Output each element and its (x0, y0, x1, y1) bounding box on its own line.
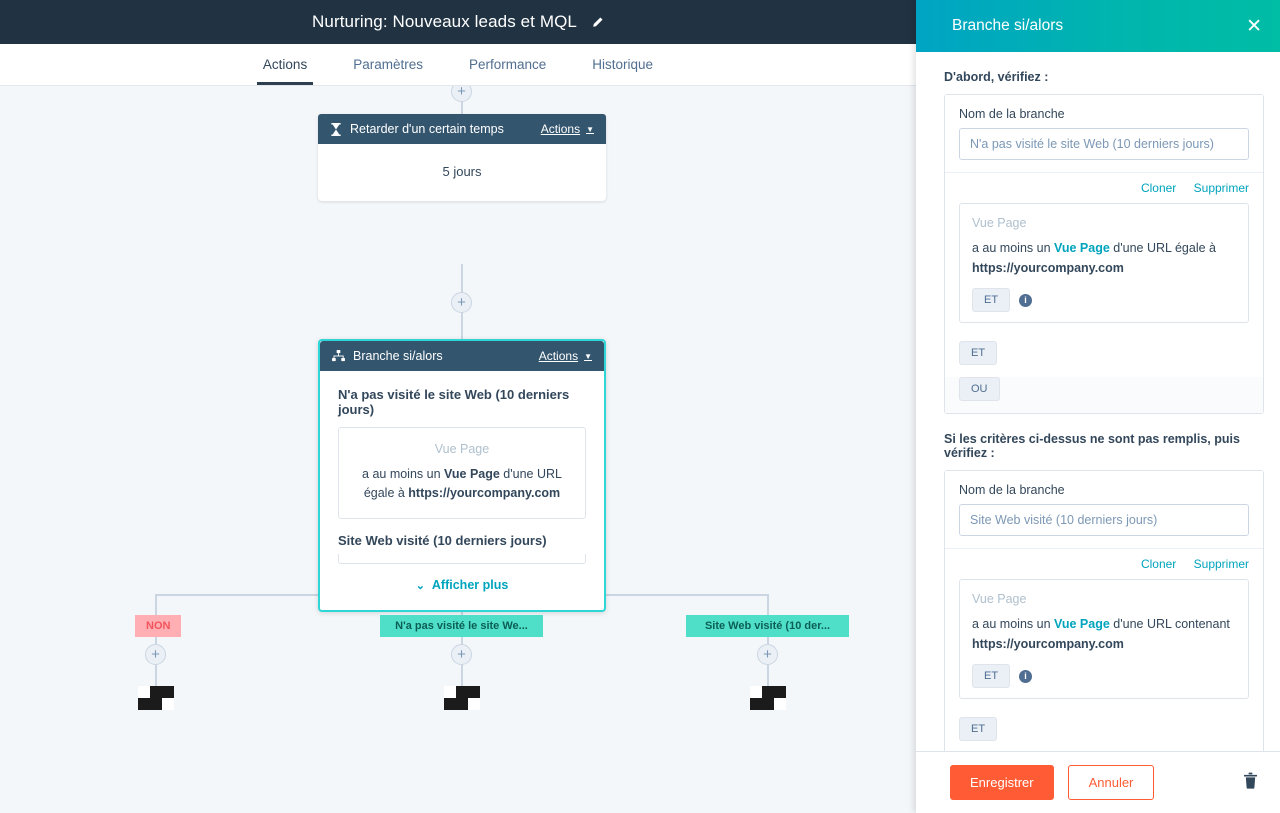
condition-type-label: Vue Page (972, 216, 1027, 230)
branch-and-row-2: ET (945, 711, 1263, 751)
delay-card-body: 5 jours (318, 144, 606, 201)
tab-bar: Actions Paramètres Performance Historiqu… (0, 44, 916, 86)
branch-conditions-2: Cloner Supprimer Vue Page a au moins un … (945, 548, 1263, 711)
branch-criteria-2-box-partial (338, 553, 586, 564)
branch-criteria-1-title: N'a pas visité le site Web (10 derniers … (338, 387, 570, 417)
end-flag-icon (750, 686, 786, 710)
delay-card-header: Retarder d'un certain temps Actions ▼ (318, 114, 606, 144)
close-icon[interactable]: ✕ (1246, 17, 1262, 36)
delay-value: 5 jours (442, 164, 482, 179)
branch-chip-2[interactable]: Site Web visité (10 der... (686, 615, 849, 637)
branch-criteria-1-box[interactable]: Vue Page a au moins un Vue Page d'une UR… (338, 427, 586, 519)
branch-card-actions-menu[interactable]: Actions ▼ (539, 349, 592, 363)
branch-chip-no[interactable]: NON (135, 615, 182, 637)
branch-editor-panel: Branche si/alors ✕ D'abord, vérifiez : N… (916, 0, 1280, 813)
condition-box-1[interactable]: Vue Page a au moins un Vue Page d'une UR… (959, 203, 1249, 323)
branch-action-links-2: Cloner Supprimer (959, 557, 1249, 571)
condition-description: a au moins un Vue Page d'une URL égale à… (972, 241, 1216, 275)
tab-historique[interactable]: Historique (586, 57, 659, 85)
add-step-node[interactable]: + (757, 644, 778, 665)
save-button[interactable]: Enregistrer (950, 765, 1054, 800)
panel-footer: Enregistrer Annuler (916, 751, 1280, 813)
criteria-type-label: Vue Page (434, 442, 490, 456)
and-button-inner-2[interactable]: ET (972, 664, 1011, 688)
page-title: Nurturing: Nouveaux leads et MQL (312, 12, 577, 31)
branch-card-body: N'a pas visité le site Web (10 derniers … (320, 371, 604, 610)
tab-actions[interactable]: Actions (256, 57, 314, 85)
trash-icon[interactable] (1243, 772, 1258, 794)
branch-name-input-1[interactable] (959, 128, 1249, 160)
add-step-node[interactable]: + (451, 86, 472, 102)
show-more-button[interactable]: ⌄ Afficher plus (338, 564, 586, 594)
branch-chip-1[interactable]: N'a pas visité le site We... (380, 615, 543, 637)
add-step-node[interactable]: + (145, 644, 166, 665)
branch-name-input-2[interactable] (959, 504, 1249, 536)
info-icon[interactable]: i (1019, 669, 1033, 683)
workflow-editor-page: Nurturing: Nouveaux leads et MQL Actions… (0, 0, 1280, 813)
branch-and-row-1: ET (945, 335, 1263, 377)
sitemap-icon (332, 350, 345, 362)
branch-action-links-1: Cloner Supprimer (959, 181, 1249, 195)
branch-card[interactable]: Branche si/alors Actions ▼ N'a pas visité… (318, 339, 606, 612)
connector-line (155, 665, 157, 686)
info-icon[interactable]: i (1019, 293, 1033, 307)
delete-link-2[interactable]: Supprimer (1194, 557, 1249, 571)
panel-body: D'abord, vérifiez : Nom de la branche Cl… (916, 52, 1280, 751)
connector-line (461, 665, 463, 686)
end-flag-icon (138, 686, 174, 710)
and-button-outer-2[interactable]: ET (959, 717, 998, 741)
chevron-down-icon: ⌄ (415, 579, 425, 592)
condition-type-label: Vue Page (972, 592, 1027, 606)
branch-name-group-1: Nom de la branche (945, 95, 1263, 172)
panel-header: Branche si/alors ✕ (916, 0, 1280, 52)
branch-or-row-1: OU (945, 377, 1263, 413)
condition-logic-row-1: ET i (972, 288, 1236, 312)
branch-block-2: Nom de la branche Cloner Supprimer Vue P… (944, 470, 1264, 751)
condition-description: a au moins un Vue Page d'une URL contena… (972, 617, 1230, 651)
branch-conditions-1: Cloner Supprimer Vue Page a au moins un … (945, 172, 1263, 335)
branch-name-label: Nom de la branche (959, 483, 1065, 497)
hourglass-icon (330, 122, 342, 136)
end-flag-icon (444, 686, 480, 710)
delay-card-actions-menu[interactable]: Actions ▼ (541, 122, 594, 136)
section-label-first: D'abord, vérifiez : (944, 70, 1049, 84)
delay-card[interactable]: Retarder d'un certain temps Actions ▼ 5 j… (318, 114, 606, 201)
delay-card-title: Retarder d'un certain temps (350, 122, 504, 136)
branch-name-label: Nom de la branche (959, 107, 1065, 121)
clone-link-2[interactable]: Cloner (1141, 557, 1176, 571)
branch-criteria-2-title: Site Web visité (10 derniers jours) (338, 532, 547, 548)
main-area: Nurturing: Nouveaux leads et MQL Actions… (0, 0, 916, 813)
add-step-node[interactable]: + (451, 292, 472, 313)
delete-link-1[interactable]: Supprimer (1194, 181, 1249, 195)
condition-box-2[interactable]: Vue Page a au moins un Vue Page d'une UR… (959, 579, 1249, 699)
branch-card-title: Branche si/alors (353, 349, 443, 363)
cancel-button[interactable]: Annuler (1067, 765, 1155, 800)
panel-title: Branche si/alors (952, 17, 1064, 34)
connector-line (767, 665, 769, 686)
branch-name-group-2: Nom de la branche (945, 471, 1263, 548)
workflow-canvas: + Retarder d'un certain temps Actions▼ (0, 86, 916, 813)
tab-parametres[interactable]: Paramètres (347, 57, 429, 85)
criteria-description: a au moins un Vue Page d'une URL égale à… (362, 467, 562, 501)
top-header-bar: Nurturing: Nouveaux leads et MQL (0, 0, 916, 44)
clone-link-1[interactable]: Cloner (1141, 181, 1176, 195)
pencil-icon[interactable] (591, 16, 604, 29)
tab-performance[interactable]: Performance (463, 57, 552, 85)
and-button-outer-1[interactable]: ET (959, 341, 998, 365)
add-step-node[interactable]: + (451, 644, 472, 665)
section-label-second: Si les critères ci-dessus ne sont pas re… (944, 432, 1240, 460)
or-button-1[interactable]: OU (959, 377, 1000, 401)
condition-logic-row-2: ET i (972, 664, 1236, 688)
and-button-inner-1[interactable]: ET (972, 288, 1011, 312)
branch-card-header: Branche si/alors Actions ▼ (320, 341, 604, 371)
branch-block-1: Nom de la branche Cloner Supprimer Vue P… (944, 94, 1264, 414)
